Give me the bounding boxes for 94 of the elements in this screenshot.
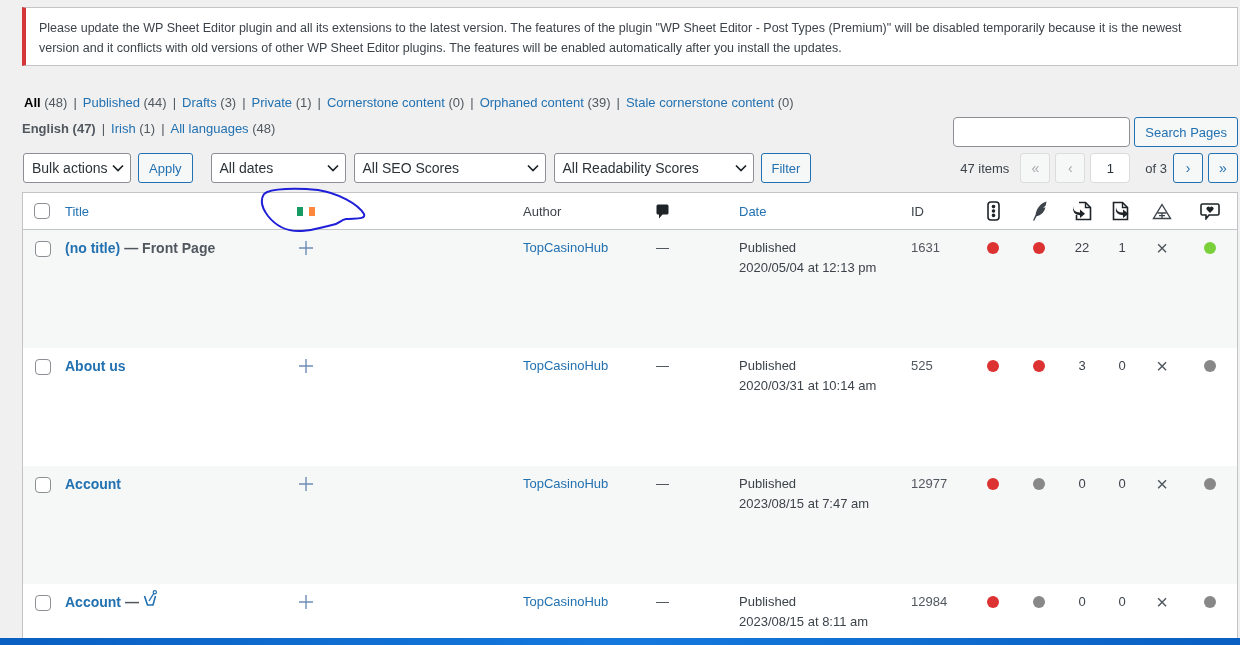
- author-link[interactable]: TopCasinoHub: [523, 594, 609, 609]
- plus-icon[interactable]: [299, 241, 313, 255]
- language-separator: |: [161, 120, 165, 138]
- plus-icon[interactable]: [299, 595, 313, 609]
- view-filter-link[interactable]: Cornerstone content (0): [326, 93, 465, 113]
- view-filter-link[interactable]: All (48): [24, 93, 68, 113]
- link-count-text: 3: [1078, 358, 1086, 373]
- link-count-text: 0: [1118, 358, 1126, 373]
- view-filter-link[interactable]: Orphaned content (39): [479, 93, 611, 113]
- page-nav-button[interactable]: »: [1208, 153, 1238, 183]
- flag-icon: [297, 206, 315, 216]
- page-id-text: 12977: [911, 476, 948, 491]
- chevron-down-icon: [326, 164, 339, 172]
- view-separator: |: [73, 94, 77, 112]
- plus-icon[interactable]: [299, 477, 313, 491]
- language-filter-link[interactable]: English (47): [22, 119, 96, 139]
- view-separator: |: [470, 94, 474, 112]
- plus-icon[interactable]: [299, 359, 313, 373]
- author-column-header: Author: [523, 203, 562, 219]
- post-state-text: — Front Page: [124, 239, 216, 258]
- cross-mark: ×: [1156, 591, 1168, 613]
- chevron-down-icon: [526, 164, 539, 172]
- page-title-link[interactable]: (no title): [65, 238, 121, 258]
- language-separator: |: [101, 120, 106, 138]
- link-count-text: 1: [1118, 240, 1126, 255]
- speech-bubble-icon: [656, 203, 669, 219]
- row-checkbox[interactable]: [35, 359, 51, 375]
- view-separator: |: [616, 94, 620, 112]
- link-count-text: 22: [1074, 240, 1090, 255]
- comment-count-text: —: [656, 358, 669, 373]
- page-title-link[interactable]: Account: [65, 474, 121, 494]
- triangle-icon: [1152, 202, 1172, 220]
- link-count-text: 0: [1078, 594, 1086, 609]
- page-id-text: 1631: [911, 240, 940, 255]
- apply-button[interactable]: Apply: [138, 153, 193, 183]
- title-column-header[interactable]: Title: [65, 203, 90, 219]
- view-separator: |: [317, 94, 321, 112]
- comment-count-text: —: [656, 476, 669, 491]
- filter-dropdown[interactable]: All SEO Scores: [353, 153, 546, 183]
- post-status-text: Published: [739, 357, 797, 375]
- author-link[interactable]: TopCasinoHub: [523, 240, 609, 255]
- view-filter-link[interactable]: Stale cornerstone content (0): [625, 93, 794, 113]
- post-date-text: 2023/08/15 at 8:11 am: [739, 613, 869, 631]
- language-filter-link[interactable]: All languages (48): [170, 119, 276, 139]
- id-column-header: ID: [911, 203, 924, 219]
- link-count-text: 0: [1118, 476, 1126, 491]
- cross-mark: ×: [1156, 237, 1168, 259]
- heart-speech-bubble-icon: [1199, 202, 1220, 220]
- post-date-text: 2020/03/31 at 10:14 am: [739, 377, 877, 395]
- comment-count-text: —: [656, 594, 669, 609]
- row-checkbox[interactable]: [35, 241, 51, 257]
- post-date-text: 2023/08/15 at 7:47 am: [739, 495, 870, 513]
- filter-dropdown[interactable]: All dates: [210, 153, 346, 183]
- cross-mark: ×: [1156, 473, 1168, 495]
- post-state-text: —: [125, 593, 139, 612]
- comment-count-text: —: [656, 240, 669, 255]
- page-nav-button[interactable]: ›: [1173, 153, 1203, 183]
- view-filter-link[interactable]: Published (44): [82, 93, 167, 113]
- language-filter-link[interactable]: Irish (1): [111, 119, 156, 139]
- select-all-checkbox[interactable]: [34, 203, 50, 219]
- chevron-down-icon: [112, 164, 124, 172]
- row-checkbox[interactable]: [35, 477, 51, 493]
- bulk-actions-dropdown[interactable]: Bulk actions: [23, 153, 131, 183]
- filter-dropdown[interactable]: All Readability Scores: [553, 153, 754, 183]
- chevron-down-icon: [734, 164, 747, 172]
- cross-mark: ×: [1156, 355, 1168, 377]
- post-date-text: 2020/05/04 at 12:13 pm: [739, 259, 877, 277]
- post-status-text: Published: [739, 239, 797, 257]
- author-link[interactable]: TopCasinoHub: [523, 476, 609, 491]
- feather-icon: [1031, 201, 1047, 221]
- view-filter-link[interactable]: Private (1): [251, 93, 312, 113]
- view-separator: |: [172, 94, 176, 112]
- filter-button[interactable]: Filter: [760, 153, 812, 183]
- search-button[interactable]: Search Pages: [1134, 117, 1238, 147]
- row-checkbox[interactable]: [35, 595, 51, 611]
- link-count-text: 0: [1118, 594, 1126, 609]
- page-number-field[interactable]: 1: [1090, 153, 1131, 183]
- item-count-text: 47 items: [960, 160, 1010, 176]
- post-status-text: Published: [739, 593, 797, 611]
- view-separator: |: [242, 94, 246, 112]
- page-title-link[interactable]: About us: [65, 356, 126, 376]
- view-filter-link[interactable]: Drafts (3): [182, 93, 237, 113]
- link-count-text: 0: [1078, 476, 1086, 491]
- document-arrow-in-icon: [1072, 201, 1092, 221]
- search-field[interactable]: [953, 117, 1131, 147]
- page-total-text: of 3: [1145, 160, 1167, 176]
- post-status-text: Published: [739, 475, 797, 493]
- notice-text: Please update the WP Sheet Editor plugin and all its extensions to the latest version. The features of the plugin "WP Sheet Editor - Post Types (Premium)" will be disabled temporarily because it is the newest version and it conflicts with old versions of other WP Sheet Editor plugins. The features will be enabled automatically after you install the updates.: [39, 20, 1183, 57]
- author-link[interactable]: TopCasinoHub: [523, 358, 609, 373]
- traffic-light-icon: [986, 201, 1000, 221]
- page-id-text: 12984: [911, 594, 948, 609]
- date-column-header[interactable]: Date: [739, 203, 767, 219]
- page-title-link[interactable]: Account: [65, 592, 121, 612]
- page-id-text: 525: [911, 358, 933, 373]
